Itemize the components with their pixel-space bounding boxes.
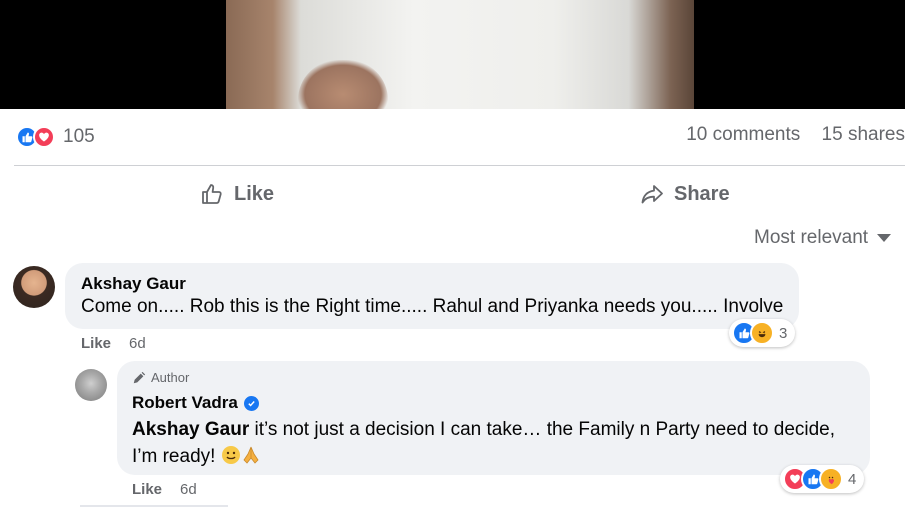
pencil-icon	[133, 371, 146, 383]
share-button-label: Share	[674, 182, 730, 205]
comment-text: Akshay Gaur it’s not just a decision I c…	[132, 416, 857, 473]
post-stats: 10 comments 15 shares	[670, 124, 905, 146]
thumbs-up-icon	[202, 184, 222, 204]
verified-badge-icon	[243, 395, 259, 411]
sort-label: Most relevant	[754, 227, 869, 248]
like-button-label: Like	[234, 182, 275, 205]
comment-reactions[interactable]: 4	[780, 465, 865, 493]
comment-author[interactable]: Robert Vadra	[132, 393, 238, 413]
reactions-summary[interactable]: 105	[16, 124, 95, 150]
caret-down-icon	[877, 234, 892, 242]
haha-icon	[750, 321, 774, 345]
share-arrow-icon	[641, 185, 663, 204]
comment-timestamp[interactable]: 6d	[180, 481, 197, 498]
reaction-count: 4	[848, 470, 857, 488]
comment-author-row: Robert Vadra	[132, 393, 259, 413]
like-button[interactable]: Like	[200, 178, 274, 210]
comment-timestamp[interactable]: 6d	[129, 335, 146, 352]
author-badge: Author	[132, 370, 189, 385]
post-video[interactable]	[0, 0, 905, 109]
comment-meta: Like 6d	[132, 481, 197, 498]
smile-emoji	[221, 445, 241, 473]
folded-hands-emoji	[241, 445, 261, 473]
comment-sort-dropdown[interactable]: Most relevant	[754, 227, 892, 249]
reaction-count: 3	[779, 324, 788, 342]
comment-reactions[interactable]: 3	[729, 319, 796, 347]
avatar[interactable]	[13, 266, 55, 308]
divider	[80, 505, 228, 507]
author-badge-label: Author	[151, 370, 190, 385]
video-frame	[226, 0, 694, 109]
video-figure	[298, 60, 388, 109]
love-icon	[33, 126, 55, 148]
comment-text: Come on..... Rob this is the Right time.…	[81, 296, 784, 317]
shares-count-link[interactable]: 15 shares	[822, 124, 905, 145]
avatar[interactable]	[75, 369, 107, 401]
comment-like-link[interactable]: Like	[132, 481, 162, 498]
mention-link[interactable]: Akshay Gaur	[132, 419, 249, 440]
comment-like-link[interactable]: Like	[81, 335, 111, 352]
care-icon	[819, 467, 843, 491]
comments-count-link[interactable]: 10 comments	[686, 124, 800, 145]
share-button[interactable]: Share	[640, 178, 730, 210]
comment-author[interactable]: Akshay Gaur	[81, 274, 186, 294]
divider	[14, 165, 905, 166]
comment-meta: Like 6d	[81, 335, 146, 352]
reaction-count: 105	[63, 126, 95, 147]
